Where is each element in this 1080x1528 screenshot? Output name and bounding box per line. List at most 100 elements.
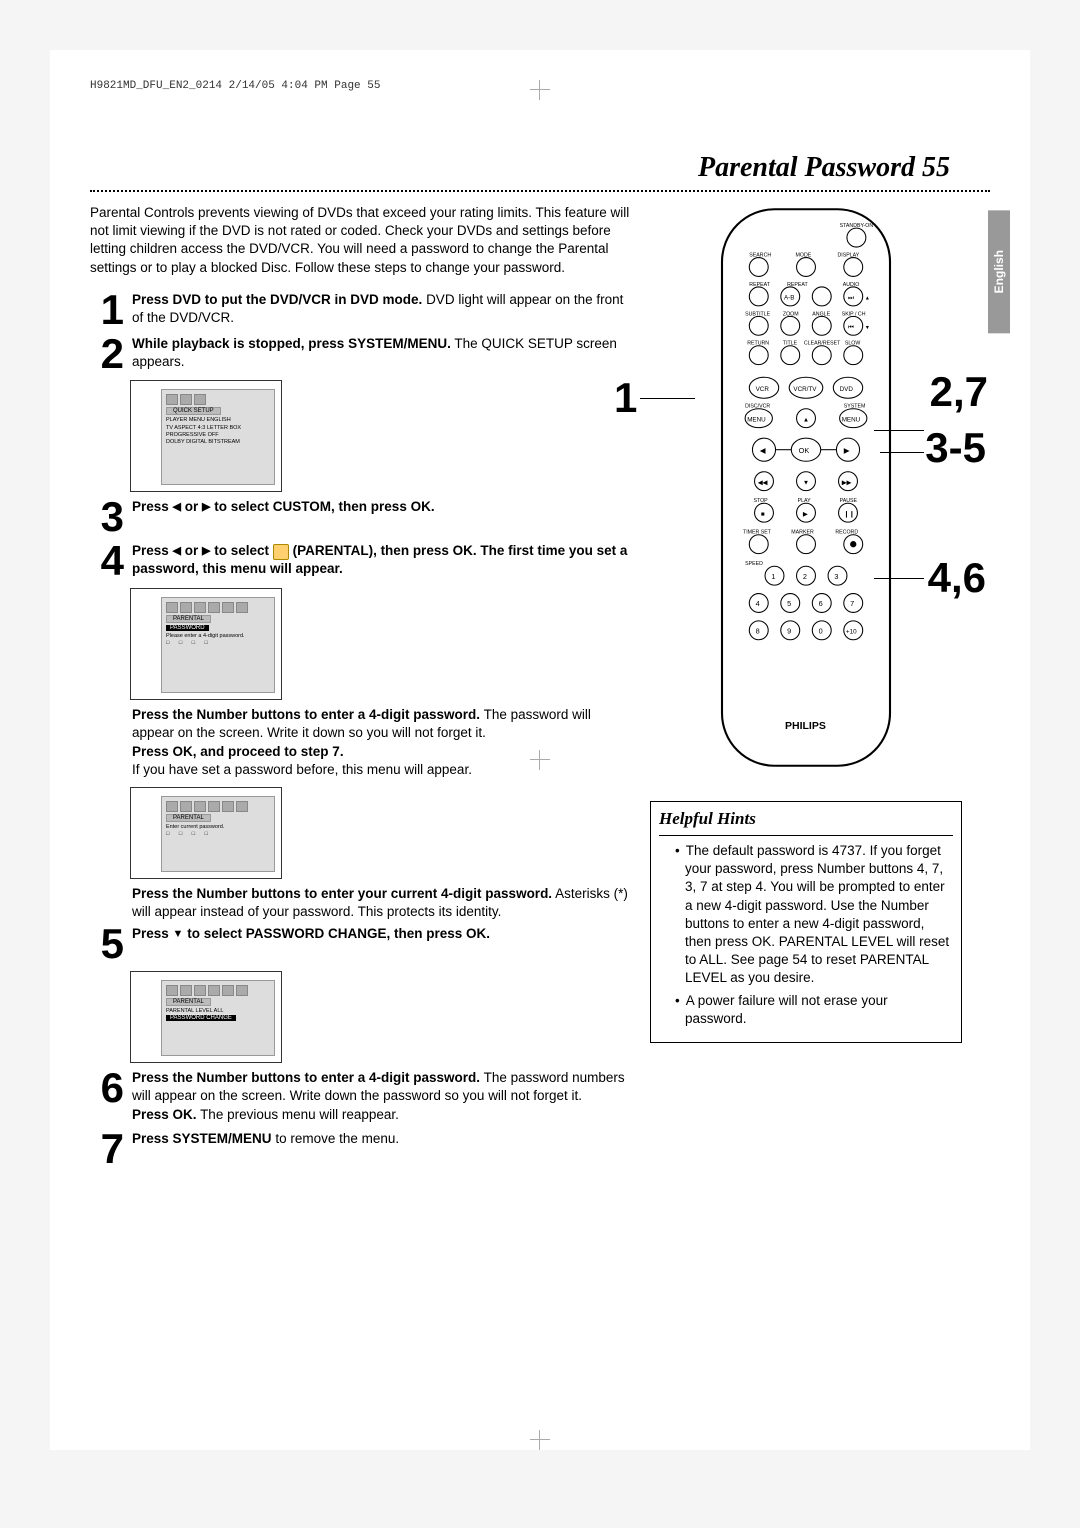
page-title: Parental Password 55 <box>90 152 950 184</box>
screen-line: TV ASPECT 4:3 LETTER BOX <box>166 425 270 432</box>
step-text: or <box>185 543 202 558</box>
step-number: 3 <box>90 498 124 536</box>
hint-item: A power failure will not erase your pass… <box>675 992 951 1028</box>
svg-text:❙❙: ❙❙ <box>844 511 855 518</box>
svg-text:A-B: A-B <box>784 295 795 302</box>
svg-text:MARKER: MARKER <box>791 530 814 536</box>
step-bold: Press SYSTEM/MENU <box>132 1131 272 1146</box>
step-number: 7 <box>90 1130 124 1168</box>
step-text: Press <box>132 926 173 941</box>
screen-line: Please enter a 4-digit password. <box>166 633 270 640</box>
step-text: to select CUSTOM, then press OK. <box>214 499 434 514</box>
svg-text:◀◀: ◀◀ <box>758 479 768 486</box>
step-5: 5 Press ▼ to select PASSWORD CHANGE, the… <box>90 925 630 963</box>
helpful-hints-title: Helpful Hints <box>659 808 953 836</box>
password-placeholders: □ □ □ □ <box>166 831 270 838</box>
step-text: or <box>185 499 202 514</box>
step-3: 3 Press ◀ or ▶ to select CUSTOM, then pr… <box>90 498 630 536</box>
left-arrow-icon: ◀ <box>173 500 181 515</box>
step-text: to remove the menu. <box>275 1131 399 1146</box>
svg-text:▼: ▼ <box>865 325 870 331</box>
svg-text:⏭: ⏭ <box>848 295 854 302</box>
svg-text:VCR/TV: VCR/TV <box>793 386 817 393</box>
dotted-rule <box>90 190 990 192</box>
screen-tab: PARENTAL <box>166 615 211 623</box>
svg-text:4: 4 <box>756 599 760 608</box>
svg-text:DVD: DVD <box>840 386 854 393</box>
step-body: Press SYSTEM/MENU to remove the menu. <box>132 1130 630 1148</box>
callout-tick <box>640 398 695 399</box>
parental-password-screen: PARENTAL PASSWORD Please enter a 4-digit… <box>130 588 282 700</box>
right-arrow-icon: ▶ <box>202 544 210 559</box>
parental-current-password-screen: PARENTAL Enter current password. □ □ □ □ <box>130 787 282 879</box>
language-tab: English <box>988 210 1010 333</box>
screen-line: DOLBY DIGITAL BITSTREAM <box>166 439 270 446</box>
svg-text:■: ■ <box>761 511 765 518</box>
svg-text:9: 9 <box>787 626 791 635</box>
svg-text:SPEED: SPEED <box>745 561 763 567</box>
step-number: 5 <box>90 925 124 963</box>
svg-text:7: 7 <box>850 599 854 608</box>
hint-item: The default password is 4737. If you for… <box>675 842 951 988</box>
step-body: Press ▼ to select PASSWORD CHANGE, then … <box>132 925 630 943</box>
svg-text:2: 2 <box>803 572 807 581</box>
screen-tab: QUICK SETUP <box>166 407 221 415</box>
step-text: If you have set a password before, this … <box>132 762 472 777</box>
svg-text:+10: +10 <box>846 628 857 635</box>
step-number: 6 <box>90 1069 124 1107</box>
step-number: 4 <box>90 542 124 580</box>
step-2: 2 While playback is stopped, press SYSTE… <box>90 335 630 373</box>
svg-text:MENU: MENU <box>842 416 861 423</box>
screen-highlight: PASSWORD <box>166 625 209 631</box>
print-header: H9821MD_DFU_EN2_0214 2/14/05 4:04 PM Pag… <box>90 80 990 92</box>
svg-text:▲: ▲ <box>803 416 809 423</box>
callout-35: 3-5 <box>925 424 986 472</box>
step-body: Press the Number buttons to enter a 4-di… <box>132 1069 630 1124</box>
screen-top-icons <box>166 602 270 613</box>
svg-text:OK: OK <box>799 446 810 455</box>
svg-text:MENU: MENU <box>747 416 766 423</box>
step-6: 6 Press the Number buttons to enter a 4-… <box>90 1069 630 1124</box>
svg-text:0: 0 <box>819 626 823 635</box>
svg-text:8: 8 <box>756 626 760 635</box>
step-body: While playback is stopped, press SYSTEM/… <box>132 335 630 371</box>
password-placeholders: □ □ □ □ <box>166 640 270 647</box>
step-text: The previous menu will reappear. <box>200 1107 399 1122</box>
step-4c: Press the Number buttons to enter your c… <box>132 885 630 921</box>
right-arrow-icon: ▶ <box>202 500 210 515</box>
screen-tab: PARENTAL <box>166 998 211 1006</box>
parental-level-screen: PARENTAL PARENTAL LEVEL ALL PASSWORD CHA… <box>130 971 282 1063</box>
page-number: 55 <box>922 152 950 183</box>
left-arrow-icon: ◀ <box>173 544 181 559</box>
screen-highlight: PASSWORD CHANGE <box>166 1015 236 1021</box>
callout-tick <box>874 578 924 579</box>
step-body: Press DVD to put the DVD/VCR in DVD mode… <box>132 291 630 327</box>
svg-text:◀: ◀ <box>760 446 766 455</box>
screen-line: PARENTAL LEVEL ALL <box>166 1008 270 1015</box>
svg-text:VCR: VCR <box>756 386 770 393</box>
step-body: Press ◀ or ▶ to select CUSTOM, then pres… <box>132 498 630 516</box>
step-7: 7 Press SYSTEM/MENU to remove the menu. <box>90 1130 630 1168</box>
step-bold: Press the Number buttons to enter a 4-di… <box>132 1070 480 1085</box>
step-text: to select PASSWORD CHANGE, then press OK… <box>187 926 490 941</box>
callout-tick <box>874 430 924 431</box>
callout-1: 1 <box>614 374 637 422</box>
svg-text:⏮: ⏮ <box>848 324 854 331</box>
page-title-text: Parental Password <box>698 152 915 183</box>
svg-text:PHILIPS: PHILIPS <box>785 720 826 732</box>
quick-setup-screen: QUICK SETUP PLAYER MENU ENGLISH TV ASPEC… <box>130 380 282 492</box>
screen-top-icons <box>166 394 270 405</box>
step-4: 4 Press ◀ or ▶ to select (PARENTAL), the… <box>90 542 630 580</box>
svg-text:▶▶: ▶▶ <box>842 479 852 486</box>
screen-line: Enter current password. <box>166 824 270 831</box>
helpful-hints-box: Helpful Hints The default password is 47… <box>650 801 962 1043</box>
screen-tab: PARENTAL <box>166 814 211 822</box>
callout-46: 4,6 <box>928 554 986 602</box>
step-bold: Press OK, and proceed to step 7. <box>132 744 344 759</box>
step-1: 1 Press DVD to put the DVD/VCR in DVD mo… <box>90 291 630 329</box>
svg-text:▲: ▲ <box>865 296 870 302</box>
padlock-icon <box>273 544 289 560</box>
down-arrow-icon: ▼ <box>173 927 184 942</box>
svg-text:1: 1 <box>771 572 775 581</box>
svg-text:▶: ▶ <box>803 511 808 518</box>
